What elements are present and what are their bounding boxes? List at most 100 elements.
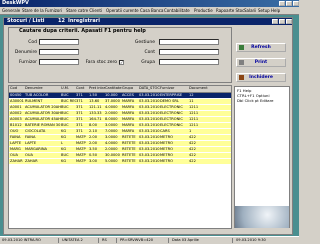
table-cell: 2.0000 bbox=[105, 147, 118, 151]
table-row[interactable]: ZAHAR ZAHAR KG MATP 3.00 5.0000 RETETE 03.03.20… bbox=[9, 159, 231, 164]
cont-input[interactable] bbox=[159, 49, 219, 55]
table-cell: BUC bbox=[61, 111, 69, 115]
fara-stoc-label: Fara stoc zero bbox=[85, 60, 117, 65]
furnizor-input[interactable] bbox=[39, 59, 79, 65]
column-header[interactable]: Cantitate bbox=[105, 86, 122, 91]
table-cell: B1012 bbox=[10, 123, 22, 127]
table-cell: MATP bbox=[76, 159, 86, 163]
status-unit: UNITATEA 2 bbox=[62, 238, 83, 242]
table-cell: ACCES bbox=[122, 93, 134, 97]
table-cell: 8.00 bbox=[89, 123, 98, 127]
menu-help[interactable]: Help bbox=[271, 8, 280, 13]
table-cell: ELECTRONIC bbox=[160, 123, 183, 127]
table-cell: MATP bbox=[76, 147, 86, 151]
column-header[interactable]: Furnizor bbox=[160, 86, 189, 91]
table-cell: MARFA bbox=[122, 105, 135, 109]
table-cell: MARG bbox=[10, 147, 21, 151]
table-cell: 422 bbox=[189, 147, 196, 151]
menu-productie[interactable]: Productie bbox=[194, 8, 213, 13]
table-cell: A0003 bbox=[10, 117, 22, 121]
table-cell: 3.50 bbox=[89, 147, 98, 151]
table-row[interactable]: A0001 ACUMULATOR 20AH BUC 371 121.11 4.0000 MA… bbox=[9, 105, 231, 110]
table-row[interactable]: A30001RULMENT BUC RECE371 13.60 37.0000MARF… bbox=[9, 99, 231, 104]
table-cell: MATP bbox=[76, 153, 86, 157]
table-row[interactable]: A0003 ACUMULATOR 45AH BUC 371 164.71 8.0000 MA… bbox=[9, 117, 231, 122]
menu-generale[interactable]: Generale bbox=[2, 8, 20, 13]
status-date-company: 09.03.2010 INTRA.RO bbox=[2, 238, 41, 242]
table-cell: RETETE bbox=[122, 135, 136, 139]
refresh-button[interactable]: Refresh bbox=[236, 43, 286, 52]
menu-setup[interactable]: Setup bbox=[258, 8, 270, 13]
table-row[interactable]: OUA OUA BUC MATP 0.50 30.0000 RETETE 03.03.2010… bbox=[9, 153, 231, 158]
column-header[interactable]: Grupa bbox=[122, 86, 139, 91]
table-cell: 1211 bbox=[189, 117, 199, 121]
table-row[interactable]: 00450 TUB ACOLOR BUC 371 1.50 10.000 ACCES 03.0… bbox=[9, 93, 231, 98]
child-minimize-button[interactable] bbox=[272, 19, 278, 24]
denumire-input[interactable] bbox=[39, 49, 79, 55]
gestiune-input[interactable] bbox=[159, 39, 219, 45]
column-header[interactable]: Pret intrare bbox=[89, 86, 105, 91]
gestiune-label: Gestiune bbox=[134, 40, 155, 45]
table-cell: OUA bbox=[25, 153, 33, 157]
table-cell: RULMENT bbox=[25, 99, 43, 103]
table-cell: 10.000 bbox=[105, 93, 118, 97]
logo-image bbox=[235, 206, 289, 228]
table-row[interactable]: LAPTE LAPTE L MATP 2.00 4.0000 RETETE 03.03.201… bbox=[9, 141, 231, 146]
table-row[interactable]: MARG MARGARINA KG MATP 3.50 2.0000 RETETE 03.03… bbox=[9, 147, 231, 152]
column-header[interactable]: Cont bbox=[76, 86, 89, 91]
table-cell: 1211 bbox=[189, 105, 199, 109]
table-cell: FAINA bbox=[10, 135, 21, 139]
table-row[interactable]: FAINA FAINA KG MATP 2.00 3.0000 RETETE 03.03.20… bbox=[9, 135, 231, 140]
table-cell: 30.0000 bbox=[105, 153, 120, 157]
menu-contabilitate[interactable]: Contabilitate bbox=[164, 8, 190, 13]
grupa-input[interactable] bbox=[159, 59, 219, 65]
table-cell: 8.0000 bbox=[105, 117, 118, 121]
column-header[interactable]: Cod bbox=[10, 86, 25, 91]
child-maximize-button[interactable] bbox=[279, 19, 285, 24]
cod-input[interactable] bbox=[39, 39, 79, 45]
menu-operatii[interactable]: Operatii curente bbox=[106, 8, 139, 13]
filter-panel: Cautare dupa criterii. Apasati F1 pentru… bbox=[8, 27, 232, 83]
menu-casa-banca[interactable]: Casa Banca bbox=[140, 8, 163, 13]
table-cell: KG bbox=[61, 135, 67, 139]
print-button[interactable]: Print bbox=[236, 58, 286, 67]
table-cell: KG bbox=[61, 147, 67, 151]
refresh-icon bbox=[239, 45, 244, 50]
close-window-button[interactable]: Inchidere bbox=[236, 73, 286, 82]
menu-clienti[interactable]: Stare catre Clienti bbox=[66, 8, 102, 13]
table-cell: 121.11 bbox=[89, 105, 102, 109]
column-header[interactable]: Document bbox=[189, 86, 229, 91]
table-cell: MARFA bbox=[122, 99, 135, 103]
column-header[interactable]: DATA_STOC bbox=[139, 86, 160, 91]
stocuri-window: Stocuri / Listi 12 Inregistrari Cautare … bbox=[3, 17, 293, 235]
record-label: Inregistrari bbox=[68, 18, 100, 24]
table-row[interactable]: B1012 BATERIE ROMAN 30 BUC 371 8.00 3.0000 MAR… bbox=[9, 123, 231, 128]
table-row[interactable]: A0002 ACUMULATOR 30AH BUC 371 133.33 2.0000 MA… bbox=[9, 111, 231, 116]
table-cell: 03.03.2010 bbox=[139, 117, 160, 121]
table-cell: BUC bbox=[61, 93, 69, 97]
table-cell: 3.0000 bbox=[105, 135, 118, 139]
close-button[interactable] bbox=[293, 1, 299, 6]
menu-furnizori[interactable]: Stare de la Furnizori bbox=[22, 8, 62, 13]
column-header[interactable]: Denumire bbox=[25, 86, 61, 91]
menu-salarii[interactable]: Salarii bbox=[244, 8, 256, 13]
table-cell: METRO bbox=[160, 141, 173, 145]
fara-stoc-checkbox[interactable]: ✓ bbox=[119, 60, 124, 65]
minimize-button[interactable] bbox=[279, 1, 285, 6]
table-cell: A0001 bbox=[10, 105, 22, 109]
table-cell: A30001 bbox=[10, 99, 24, 103]
table-cell: ACUMULATOR 45AH bbox=[25, 117, 61, 121]
table-cell: 371 bbox=[76, 99, 83, 103]
maximize-button[interactable] bbox=[286, 1, 292, 6]
table-cell: BUC bbox=[61, 123, 69, 127]
stock-table[interactable]: CodDenumireU.M.ContPret intrareCantitate… bbox=[8, 85, 232, 229]
table-cell: KG bbox=[61, 129, 67, 133]
table-row[interactable]: OUO CIOCOLATA KG 371 2.10 7.0000 MARFA 03.03.20… bbox=[9, 129, 231, 134]
table-cell: BUC bbox=[61, 117, 69, 121]
table-cell: 4.0000 bbox=[105, 141, 118, 145]
column-header[interactable]: U.M. bbox=[61, 86, 76, 91]
menu-rapoarte[interactable]: Rapoarte Stoc bbox=[216, 8, 244, 13]
table-cell: 37.0000 bbox=[105, 99, 120, 103]
table-cell: METRO bbox=[160, 147, 173, 151]
child-close-button[interactable] bbox=[286, 19, 292, 24]
